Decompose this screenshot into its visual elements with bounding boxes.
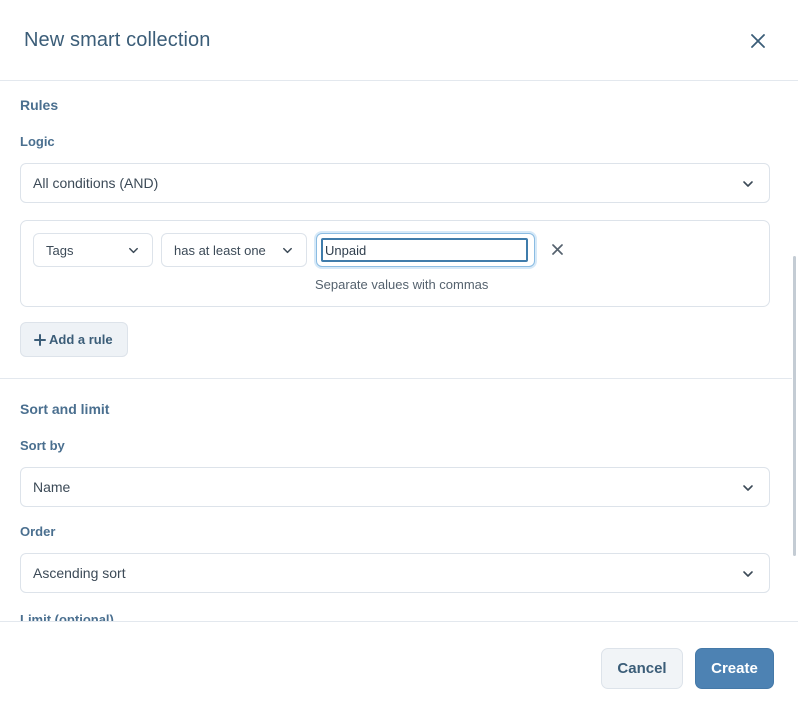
chevron-down-icon: [129, 247, 138, 254]
close-icon: [751, 34, 765, 48]
sort-section-title: Sort and limit: [20, 401, 110, 417]
dialog-body[interactable]: Rules Logic All conditions (AND) Tags ha…: [0, 81, 798, 621]
smart-collection-dialog: New smart collection Rules Logic All con…: [0, 0, 798, 712]
logic-select[interactable]: All conditions (AND): [20, 163, 770, 203]
rule-row: Tags has at least one Separate values wi…: [20, 220, 770, 307]
chevron-down-icon: [743, 485, 753, 491]
rules-section-title: Rules: [20, 97, 59, 113]
add-rule-label: Add a rule: [49, 332, 113, 347]
sort-by-select[interactable]: Name: [20, 467, 770, 507]
chevron-down-icon: [743, 181, 753, 187]
create-button[interactable]: Create: [695, 648, 774, 689]
rule-field-select[interactable]: Tags: [33, 233, 153, 267]
rule-field-value: Tags: [46, 242, 74, 258]
order-label: Order: [20, 524, 56, 539]
section-divider: [0, 378, 792, 379]
rule-operator-select[interactable]: has at least one: [161, 233, 307, 267]
rule-operator-value: has at least one: [174, 242, 266, 258]
rule-value-input[interactable]: [321, 238, 528, 262]
limit-label: Limit (optional): [20, 612, 114, 621]
plus-icon: [34, 333, 46, 346]
close-icon: [551, 243, 563, 255]
scrollbar-thumb[interactable]: [793, 256, 796, 556]
sort-by-value: Name: [33, 479, 71, 495]
rule-value-hint: Separate values with commas: [315, 277, 489, 292]
dialog-title: New smart collection: [24, 29, 211, 51]
chevron-down-icon: [743, 571, 753, 577]
rule-value-field: [316, 233, 535, 267]
order-value: Ascending sort: [33, 565, 126, 581]
close-button[interactable]: [746, 29, 770, 53]
remove-rule-button[interactable]: [549, 241, 565, 257]
order-select[interactable]: Ascending sort: [20, 553, 770, 593]
logic-select-value: All conditions (AND): [33, 175, 159, 191]
sort-by-label: Sort by: [20, 438, 65, 453]
logic-label: Logic: [20, 134, 55, 149]
dialog-header: New smart collection: [0, 0, 798, 81]
dialog-footer: Cancel Create: [0, 621, 798, 712]
add-rule-button[interactable]: Add a rule: [20, 322, 128, 357]
cancel-button[interactable]: Cancel: [601, 648, 683, 689]
chevron-down-icon: [283, 247, 292, 254]
